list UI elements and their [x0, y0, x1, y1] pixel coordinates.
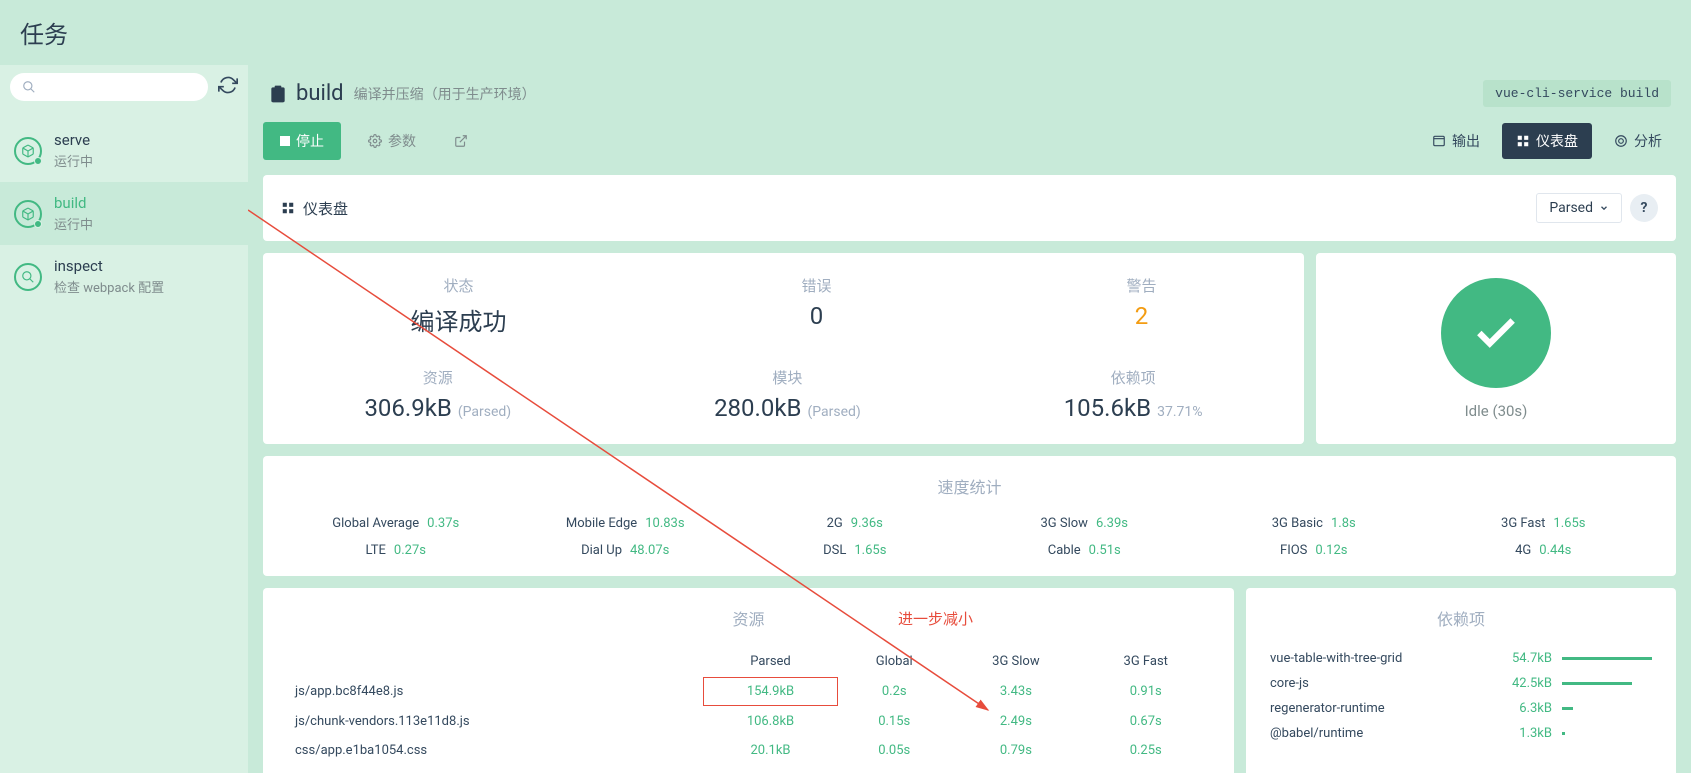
deps-label: 依赖项: [1064, 367, 1203, 388]
stop-label: 停止: [296, 131, 324, 151]
assets-value: 306.9kB: [364, 394, 451, 422]
task-status: 运行中: [54, 214, 93, 233]
table-row: js/chunk-vendors.113e11d8.js106.8kB0.15s…: [289, 708, 1208, 735]
task-status: 运行中: [54, 151, 93, 170]
deps-sub: 37.71%: [1157, 404, 1202, 420]
table-row: css/app.e1ba1054.css20.1kB0.05s0.79s0.25…: [289, 737, 1208, 764]
tab-analyze-label: 分析: [1634, 131, 1662, 151]
modules-value: 280.0kB: [714, 394, 801, 422]
chevron-down-icon: [1599, 203, 1609, 213]
warnings-label: 警告: [1126, 275, 1156, 296]
cube-icon: [14, 263, 42, 291]
modules-sub: (Parsed): [807, 404, 860, 420]
parsed-dropdown[interactable]: Parsed: [1536, 193, 1622, 223]
speed-item: Global Average0.37s: [281, 516, 511, 531]
toolbar: 停止 参数 输出 仪表盘: [263, 122, 1676, 160]
table-header: 3G Slow: [950, 648, 1081, 675]
content: 进一步减小 build 编译并压缩（用于生产环境） vue-cli-servic…: [248, 65, 1691, 773]
dep-row: regenerator-runtime6.3kB: [1270, 696, 1652, 721]
params-label: 参数: [388, 131, 416, 151]
table-row: js/app.bc8f44e8.js154.9kB0.2s3.43s0.91s: [289, 677, 1208, 706]
content-header: build 编译并压缩（用于生产环境） vue-cli-service buil…: [263, 65, 1676, 122]
stats-card: 状态 编译成功 错误 0 警告 2: [263, 253, 1304, 444]
task-description: 编译并压缩（用于生产环境）: [354, 84, 536, 104]
refresh-icon: [218, 75, 238, 95]
speed-item: LTE0.27s: [281, 543, 511, 558]
tab-output[interactable]: 输出: [1418, 123, 1494, 159]
help-button[interactable]: ?: [1630, 194, 1658, 222]
speed-item: 3G Fast1.65s: [1429, 516, 1659, 531]
cube-icon: [14, 137, 42, 165]
refresh-button[interactable]: [218, 75, 238, 99]
status-value: 编译成功: [410, 302, 506, 337]
dashboard-icon: [1516, 134, 1530, 148]
status-card: Idle (30s): [1316, 253, 1676, 444]
page-title: 任务: [0, 0, 1691, 65]
deps-card: 依赖项 vue-table-with-tree-grid54.7kBcore-j…: [1246, 588, 1676, 773]
speed-item: 4G0.44s: [1429, 543, 1659, 558]
sidebar-task-build[interactable]: build 运行中: [0, 182, 248, 245]
sidebar: serve 运行中 build 运行中 inspect 检查 webpack 配置: [0, 65, 248, 773]
stop-button[interactable]: 停止: [263, 122, 341, 160]
tab-dashboard[interactable]: 仪表盘: [1502, 123, 1592, 159]
speed-item: 3G Basic1.8s: [1199, 516, 1429, 531]
speed-item: DSL1.65s: [740, 543, 970, 558]
parsed-dropdown-label: Parsed: [1549, 200, 1593, 216]
search-icon: [22, 80, 36, 94]
task-command: vue-cli-service build: [1483, 80, 1671, 107]
dashboard-header-card: 仪表盘 Parsed ?: [263, 175, 1676, 241]
params-button[interactable]: 参数: [351, 122, 433, 160]
dashboard-icon: [281, 201, 295, 215]
task-name: build: [54, 194, 93, 212]
speed-item: 3G Slow6.39s: [970, 516, 1200, 531]
task-status: 检查 webpack 配置: [54, 277, 164, 296]
dep-row: core-js42.5kB: [1270, 671, 1652, 696]
speed-title: 速度统计: [281, 474, 1658, 498]
gear-icon: [368, 134, 382, 148]
table-header: Global: [840, 648, 948, 675]
speed-item: Mobile Edge10.83s: [511, 516, 741, 531]
warnings-value: 2: [1126, 302, 1156, 330]
terminal-icon: [1432, 134, 1446, 148]
modules-label: 模块: [714, 367, 861, 388]
errors-value: 0: [801, 302, 831, 330]
open-external-button[interactable]: [443, 125, 479, 157]
idle-text: Idle (30s): [1465, 402, 1528, 420]
tab-analyze[interactable]: 分析: [1600, 123, 1676, 159]
search-input[interactable]: [10, 73, 208, 101]
sidebar-task-serve[interactable]: serve 运行中: [0, 119, 248, 182]
resources-card: 资源 ParsedGlobal3G Slow3G Fastjs/app.bc8f…: [263, 588, 1234, 773]
dep-row: @babel/runtime1.3kB: [1270, 721, 1652, 746]
deps-value: 105.6kB: [1064, 394, 1151, 422]
success-circle: [1441, 278, 1551, 388]
stop-icon: [280, 136, 290, 146]
assets-label: 资源: [364, 367, 511, 388]
task-name: inspect: [54, 257, 164, 275]
deps-title: 依赖项: [1270, 606, 1652, 630]
assets-sub: (Parsed): [458, 404, 511, 420]
dep-row: vue-table-with-tree-grid54.7kB: [1270, 646, 1652, 671]
speed-item: Cable0.51s: [970, 543, 1200, 558]
errors-label: 错误: [801, 275, 831, 296]
speed-item: Dial Up48.07s: [511, 543, 741, 558]
sidebar-task-inspect[interactable]: inspect 检查 webpack 配置: [0, 245, 248, 308]
speed-item: 2G9.36s: [740, 516, 970, 531]
open-external-icon: [454, 134, 468, 148]
table-header: 3G Fast: [1083, 648, 1208, 675]
target-icon: [1614, 134, 1628, 148]
task-title: build: [296, 81, 344, 106]
check-icon: [1471, 308, 1521, 358]
resources-title: 资源: [287, 606, 1210, 630]
speed-item: FIOS0.12s: [1199, 543, 1429, 558]
task-name: serve: [54, 131, 93, 149]
dashboard-title: 仪表盘: [303, 198, 348, 219]
status-label: 状态: [410, 275, 506, 296]
tab-output-label: 输出: [1452, 131, 1480, 151]
speed-card: 速度统计 Global Average0.37sMobile Edge10.83…: [263, 456, 1676, 576]
table-header: Parsed: [703, 648, 838, 675]
cube-icon: [14, 200, 42, 228]
tab-dashboard-label: 仪表盘: [1536, 131, 1578, 151]
clipboard-icon: [268, 84, 288, 104]
